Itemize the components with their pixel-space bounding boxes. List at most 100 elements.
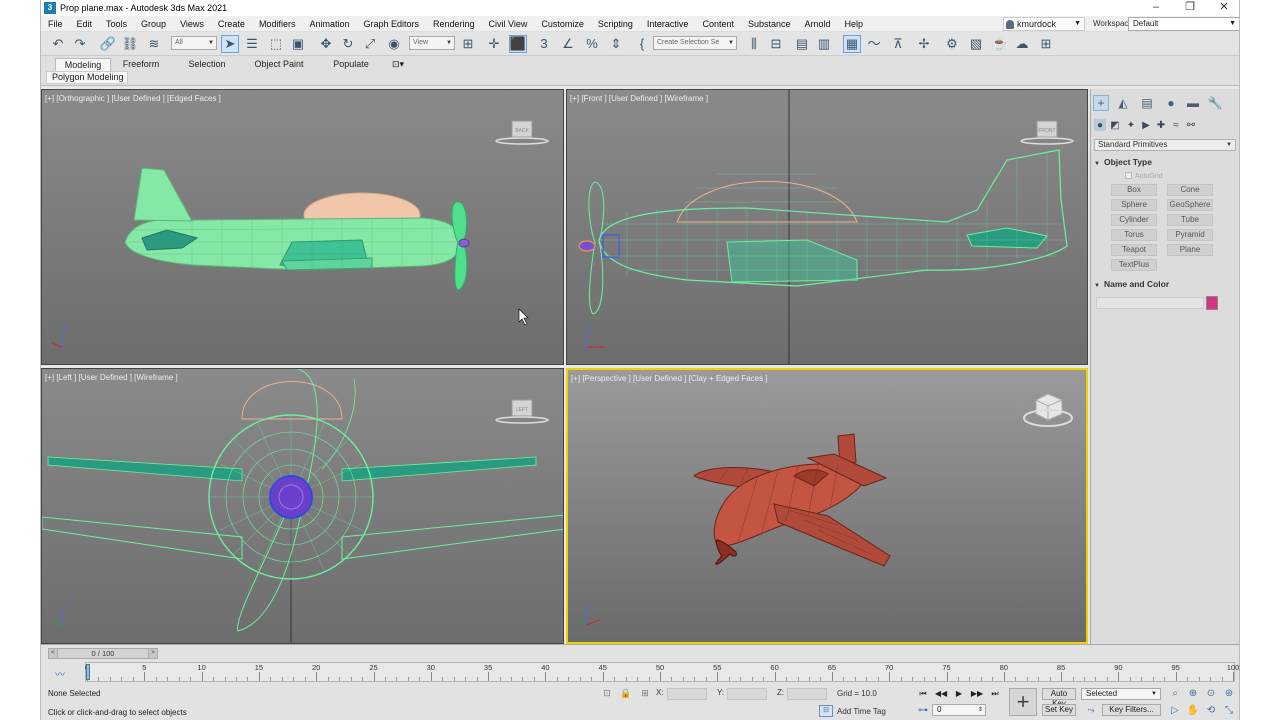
previous-key-icon[interactable]: ◀◀ xyxy=(934,687,948,700)
utilities-tab-icon[interactable]: 🔧 xyxy=(1207,95,1223,111)
align-icon[interactable]: ⊟ xyxy=(767,35,785,53)
schematic-view-icon[interactable]: ⊼ xyxy=(889,35,907,53)
percent-snap-icon[interactable]: % xyxy=(583,35,601,53)
ribbon-tab-freeform[interactable]: Freeform xyxy=(115,58,167,71)
teapot-button[interactable]: Teapot xyxy=(1111,244,1157,256)
geometry-category-icon[interactable]: ● xyxy=(1094,119,1106,131)
curve-editor-icon[interactable]: 〜 xyxy=(865,35,883,53)
cameras-category-icon[interactable]: ▶ xyxy=(1140,119,1152,131)
mini-curve-editor-icon[interactable]: 〰 xyxy=(55,666,65,681)
time-slider-thumb[interactable] xyxy=(86,664,90,680)
viewcube[interactable]: FRONT xyxy=(1020,120,1074,145)
object-name-field[interactable] xyxy=(1096,297,1204,309)
menu-tools[interactable]: Tools xyxy=(99,19,134,29)
ribbon-tab-selection[interactable]: Selection xyxy=(181,58,233,71)
hierarchy-tab-icon[interactable]: ▤ xyxy=(1139,95,1155,111)
angle-snap-icon[interactable]: ∠ xyxy=(559,35,577,53)
lights-category-icon[interactable]: ✦ xyxy=(1125,119,1137,131)
menu-scripting[interactable]: Scripting xyxy=(591,19,640,29)
viewport-front[interactable]: [+] [Front ] [User Defined ] [Wireframe … xyxy=(566,89,1088,365)
cylinder-button[interactable]: Cylinder xyxy=(1111,214,1157,226)
select-object-icon[interactable]: ➤ xyxy=(221,35,239,53)
zoom-icon[interactable]: ⌕ xyxy=(1168,687,1182,700)
z-coordinate-field[interactable] xyxy=(787,688,827,700)
menu-file[interactable]: File xyxy=(41,19,70,29)
ribbon-panel-polygon-modeling[interactable]: Polygon Modeling xyxy=(46,71,128,84)
toggle-scene-explorer-icon[interactable]: ▤ xyxy=(793,35,811,53)
key-mode-dropdown[interactable]: Selected ▼ xyxy=(1081,688,1161,700)
next-frame-icon[interactable]: > xyxy=(148,649,157,658)
play-icon[interactable]: ▶ xyxy=(952,687,966,700)
shapes-category-icon[interactable]: ◩ xyxy=(1109,119,1121,131)
field-of-view-icon[interactable]: ▷ xyxy=(1168,704,1182,717)
torus-button[interactable]: Torus xyxy=(1111,229,1157,241)
menu-interactive[interactable]: Interactive xyxy=(640,19,696,29)
primitives-type-dropdown[interactable]: Standard Primitives ▼ xyxy=(1094,139,1236,151)
add-time-tag[interactable]: Add Time Tag xyxy=(837,707,886,716)
selection-filter-dropdown[interactable]: All ▼ xyxy=(171,36,217,50)
menu-arnold[interactable]: Arnold xyxy=(798,19,838,29)
box-button[interactable]: Box xyxy=(1111,184,1157,196)
ribbon-tab-populate[interactable]: Populate xyxy=(325,58,377,71)
object-type-rollout[interactable]: ▼ Object Type xyxy=(1094,156,1152,169)
viewport-label[interactable]: [+] [Front ] [User Defined ] [Wireframe … xyxy=(570,94,708,103)
motion-tab-icon[interactable]: ● xyxy=(1163,95,1179,111)
menu-civil-view[interactable]: Civil View xyxy=(482,19,535,29)
material-editor-icon[interactable]: ✢ xyxy=(915,35,933,53)
viewport-perspective[interactable]: [+] [Perspective ] [User Defined ] [Clay… xyxy=(566,368,1088,644)
current-frame-field[interactable]: 0 ⇕ xyxy=(932,704,986,716)
zoom-extents-icon[interactable]: ⊙ xyxy=(1204,687,1218,700)
menu-views[interactable]: Views xyxy=(173,19,211,29)
snaps-toggle-icon[interactable]: 3 xyxy=(535,35,553,53)
maximize-viewport-icon[interactable]: ⤡ xyxy=(1222,704,1236,717)
menu-edit[interactable]: Edit xyxy=(70,19,100,29)
previous-frame-icon[interactable]: < xyxy=(49,649,58,658)
mirror-icon[interactable]: ⫼ xyxy=(745,35,763,53)
object-color-swatch[interactable] xyxy=(1206,296,1218,310)
viewcube[interactable] xyxy=(1023,393,1073,427)
key-mode-toggle-icon[interactable]: ⊶ xyxy=(916,704,930,717)
menu-modifiers[interactable]: Modifiers xyxy=(252,19,303,29)
toggle-ribbon-icon[interactable]: ▦ xyxy=(843,35,861,53)
minimize-button[interactable]: – xyxy=(1139,0,1173,16)
selection-lock-icon[interactable]: 🔒 xyxy=(620,688,632,700)
plane-button[interactable]: Plane xyxy=(1167,244,1213,256)
render-in-cloud-icon[interactable]: ☁ xyxy=(1013,35,1031,53)
open-autodesk-a360-gallery-icon[interactable]: ⊞ xyxy=(1037,35,1055,53)
modify-tab-icon[interactable]: ◭ xyxy=(1115,95,1131,111)
zoom-all-icon[interactable]: ⊕ xyxy=(1186,687,1200,700)
ribbon-tab-object-paint[interactable]: Object Paint xyxy=(251,58,307,71)
autogrid-checkbox[interactable]: AutoGrid xyxy=(1125,172,1163,180)
rotate-icon[interactable]: ↻ xyxy=(339,35,357,53)
menu-animation[interactable]: Animation xyxy=(302,19,356,29)
viewport-label[interactable]: [+] [Left ] [User Defined ] [Wireframe ] xyxy=(45,373,178,382)
menu-graph-editors[interactable]: Graph Editors xyxy=(356,19,426,29)
viewport-label[interactable]: [+] [Perspective ] [User Defined ] [Clay… xyxy=(571,374,768,383)
isolate-selection-icon[interactable]: ⊡ xyxy=(601,688,613,700)
ribbon-options-icon[interactable]: ⊡▾ xyxy=(387,58,409,71)
time-tag-icon[interactable]: ⊟ xyxy=(819,705,833,717)
set-keys-icon[interactable]: + xyxy=(1009,688,1037,716)
named-selection-dropdown[interactable]: Create Selection Se ▼ xyxy=(653,36,737,50)
orbit-icon[interactable]: ⟲ xyxy=(1204,704,1218,717)
viewcube[interactable]: LEFT xyxy=(495,399,549,424)
unlink-icon[interactable]: ⛓ xyxy=(121,35,139,53)
key-filters-button[interactable]: Key Filters... xyxy=(1102,704,1161,716)
move-icon[interactable]: ✥ xyxy=(317,35,335,53)
textplus-button[interactable]: TextPlus xyxy=(1111,259,1157,271)
set-key-button[interactable]: Set Key xyxy=(1042,704,1076,716)
spinner-snap-icon[interactable]: ⇕ xyxy=(607,35,625,53)
x-coordinate-field[interactable] xyxy=(667,688,707,700)
display-tab-icon[interactable]: ▬ xyxy=(1185,95,1201,111)
edit-named-selection-icon[interactable]: { xyxy=(633,35,651,53)
menu-customize[interactable]: Customize xyxy=(534,19,591,29)
ribbon-tab-modeling[interactable]: Modeling xyxy=(55,58,111,71)
auto-key-button[interactable]: Auto Key xyxy=(1042,688,1076,708)
geosphere-button[interactable]: GeoSphere xyxy=(1167,199,1213,211)
go-to-start-icon[interactable]: ⏮ xyxy=(916,687,930,700)
viewport-orthographic[interactable]: [+] [Orthographic ] [User Defined ] [Edg… xyxy=(41,89,564,365)
maximize-button[interactable]: ❐ xyxy=(1173,0,1207,16)
menu-create[interactable]: Create xyxy=(211,19,252,29)
pan-icon[interactable]: ✋ xyxy=(1186,704,1200,717)
scale-icon[interactable]: ⤢ xyxy=(361,35,379,53)
